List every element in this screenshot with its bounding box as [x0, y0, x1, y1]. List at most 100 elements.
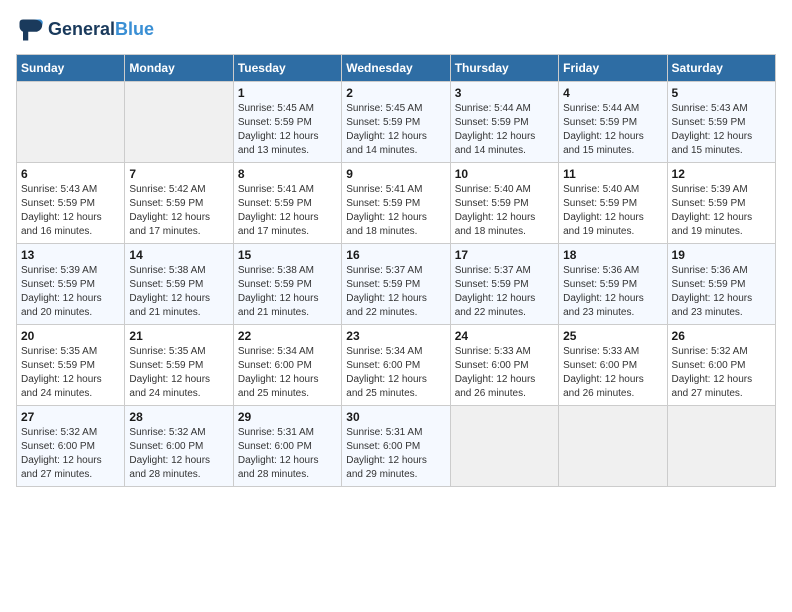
day-detail: Sunrise: 5:35 AM Sunset: 5:59 PM Dayligh… — [129, 345, 228, 401]
day-detail: Sunrise: 5:32 AM Sunset: 6:00 PM Dayligh… — [21, 426, 120, 482]
day-number: 3 — [455, 86, 554, 100]
calendar-cell: 1 Sunrise: 5:45 AM Sunset: 5:59 PM Daylig… — [233, 82, 341, 163]
logo-icon — [16, 16, 44, 44]
calendar-cell: 25 Sunrise: 5:33 AM Sunset: 6:00 PM Dayli… — [559, 325, 667, 406]
calendar-week-row: 20 Sunrise: 5:35 AM Sunset: 5:59 PM Dayli… — [17, 325, 776, 406]
day-number: 27 — [21, 410, 120, 424]
day-number: 23 — [346, 329, 445, 343]
day-detail: Sunrise: 5:33 AM Sunset: 6:00 PM Dayligh… — [563, 345, 662, 401]
day-detail: Sunrise: 5:34 AM Sunset: 6:00 PM Dayligh… — [238, 345, 337, 401]
day-detail: Sunrise: 5:32 AM Sunset: 6:00 PM Dayligh… — [129, 426, 228, 482]
day-number: 12 — [672, 167, 771, 181]
calendar-cell: 12 Sunrise: 5:39 AM Sunset: 5:59 PM Dayli… — [667, 163, 775, 244]
day-number: 26 — [672, 329, 771, 343]
calendar-week-row: 27 Sunrise: 5:32 AM Sunset: 6:00 PM Dayli… — [17, 406, 776, 487]
day-number: 25 — [563, 329, 662, 343]
day-detail: Sunrise: 5:40 AM Sunset: 5:59 PM Dayligh… — [455, 183, 554, 239]
day-number: 18 — [563, 248, 662, 262]
day-detail: Sunrise: 5:45 AM Sunset: 5:59 PM Dayligh… — [238, 102, 337, 158]
calendar-cell: 20Sunrise: 5:35 AM Sunset: 5:59 PM Dayli… — [17, 325, 125, 406]
day-number: 1 — [238, 86, 337, 100]
day-detail: Sunrise: 5:39 AM Sunset: 5:59 PM Dayligh… — [672, 183, 771, 239]
calendar-cell: 18 Sunrise: 5:36 AM Sunset: 5:59 PM Dayli… — [559, 244, 667, 325]
weekday-header-thursday: Thursday — [450, 55, 558, 82]
day-number: 21 — [129, 329, 228, 343]
calendar-cell: 4Sunrise: 5:44 AM Sunset: 5:59 PM Daylig… — [559, 82, 667, 163]
day-number: 28 — [129, 410, 228, 424]
calendar-cell: 6 Sunrise: 5:43 AM Sunset: 5:59 PM Daylig… — [17, 163, 125, 244]
day-detail: Sunrise: 5:38 AM Sunset: 5:59 PM Dayligh… — [238, 264, 337, 320]
day-number: 11 — [563, 167, 662, 181]
calendar-cell: 2Sunrise: 5:45 AM Sunset: 5:59 PM Daylig… — [342, 82, 450, 163]
day-number: 16 — [346, 248, 445, 262]
day-detail: Sunrise: 5:40 AM Sunset: 5:59 PM Dayligh… — [563, 183, 662, 239]
day-number: 20 — [21, 329, 120, 343]
weekday-header-tuesday: Tuesday — [233, 55, 341, 82]
calendar-cell: 24 Sunrise: 5:33 AM Sunset: 6:00 PM Dayli… — [450, 325, 558, 406]
logo-text: GeneralBlue — [48, 20, 154, 40]
calendar-cell — [667, 406, 775, 487]
calendar-cell: 28 Sunrise: 5:32 AM Sunset: 6:00 PM Dayli… — [125, 406, 233, 487]
day-number: 22 — [238, 329, 337, 343]
day-detail: Sunrise: 5:34 AM Sunset: 6:00 PM Dayligh… — [346, 345, 445, 401]
calendar-cell: 22 Sunrise: 5:34 AM Sunset: 6:00 PM Dayli… — [233, 325, 341, 406]
day-detail: Sunrise: 5:42 AM Sunset: 5:59 PM Dayligh… — [129, 183, 228, 239]
weekday-header-monday: Monday — [125, 55, 233, 82]
header: GeneralBlue — [16, 16, 776, 44]
day-detail: Sunrise: 5:36 AM Sunset: 5:59 PM Dayligh… — [563, 264, 662, 320]
day-detail: Sunrise: 5:37 AM Sunset: 5:59 PM Dayligh… — [455, 264, 554, 320]
calendar-cell — [125, 82, 233, 163]
calendar-cell: 10 Sunrise: 5:40 AM Sunset: 5:59 PM Dayli… — [450, 163, 558, 244]
day-number: 30 — [346, 410, 445, 424]
calendar-cell — [450, 406, 558, 487]
calendar-cell: 27 Sunrise: 5:32 AM Sunset: 6:00 PM Dayli… — [17, 406, 125, 487]
day-number: 14 — [129, 248, 228, 262]
weekday-header-saturday: Saturday — [667, 55, 775, 82]
day-detail: Sunrise: 5:43 AM Sunset: 5:59 PM Dayligh… — [21, 183, 120, 239]
day-detail: Sunrise: 5:41 AM Sunset: 5:59 PM Dayligh… — [346, 183, 445, 239]
day-detail: Sunrise: 5:31 AM Sunset: 6:00 PM Dayligh… — [346, 426, 445, 482]
day-number: 2 — [346, 86, 445, 100]
calendar-cell: 30 Sunrise: 5:31 AM Sunset: 6:00 PM Dayli… — [342, 406, 450, 487]
day-detail: Sunrise: 5:33 AM Sunset: 6:00 PM Dayligh… — [455, 345, 554, 401]
calendar-cell: 13 Sunrise: 5:39 AM Sunset: 5:59 PM Dayli… — [17, 244, 125, 325]
calendar-body: 1 Sunrise: 5:45 AM Sunset: 5:59 PM Daylig… — [17, 82, 776, 487]
calendar-cell: 8 Sunrise: 5:41 AM Sunset: 5:59 PM Daylig… — [233, 163, 341, 244]
day-detail: Sunrise: 5:39 AM Sunset: 5:59 PM Dayligh… — [21, 264, 120, 320]
day-detail: Sunrise: 5:38 AM Sunset: 5:59 PM Dayligh… — [129, 264, 228, 320]
calendar-week-row: 6 Sunrise: 5:43 AM Sunset: 5:59 PM Daylig… — [17, 163, 776, 244]
weekday-header-friday: Friday — [559, 55, 667, 82]
day-detail: Sunrise: 5:37 AM Sunset: 5:59 PM Dayligh… — [346, 264, 445, 320]
day-number: 7 — [129, 167, 228, 181]
day-number: 19 — [672, 248, 771, 262]
calendar-week-row: 1 Sunrise: 5:45 AM Sunset: 5:59 PM Daylig… — [17, 82, 776, 163]
calendar-cell: 7 Sunrise: 5:42 AM Sunset: 5:59 PM Daylig… — [125, 163, 233, 244]
day-number: 24 — [455, 329, 554, 343]
day-number: 13 — [21, 248, 120, 262]
calendar-cell: 16 Sunrise: 5:37 AM Sunset: 5:59 PM Dayli… — [342, 244, 450, 325]
day-number: 9 — [346, 167, 445, 181]
weekday-header-sunday: Sunday — [17, 55, 125, 82]
calendar-cell: 14 Sunrise: 5:38 AM Sunset: 5:59 PM Dayli… — [125, 244, 233, 325]
calendar-cell — [559, 406, 667, 487]
day-number: 10 — [455, 167, 554, 181]
logo: GeneralBlue — [16, 16, 154, 44]
day-number: 8 — [238, 167, 337, 181]
calendar-cell: 3 Sunrise: 5:44 AM Sunset: 5:59 PM Daylig… — [450, 82, 558, 163]
day-detail: Sunrise: 5:32 AM Sunset: 6:00 PM Dayligh… — [672, 345, 771, 401]
calendar-cell: 29 Sunrise: 5:31 AM Sunset: 6:00 PM Dayli… — [233, 406, 341, 487]
calendar-cell: 5Sunrise: 5:43 AM Sunset: 5:59 PM Daylig… — [667, 82, 775, 163]
day-number: 4 — [563, 86, 662, 100]
day-detail: Sunrise: 5:44 AM Sunset: 5:59 PM Dayligh… — [455, 102, 554, 158]
day-detail: Sunrise: 5:43 AM Sunset: 5:59 PM Dayligh… — [672, 102, 771, 158]
day-number: 17 — [455, 248, 554, 262]
calendar-table: SundayMondayTuesdayWednesdayThursdayFrid… — [16, 54, 776, 487]
calendar-cell: 9 Sunrise: 5:41 AM Sunset: 5:59 PM Daylig… — [342, 163, 450, 244]
calendar-cell — [17, 82, 125, 163]
day-detail: Sunrise: 5:31 AM Sunset: 6:00 PM Dayligh… — [238, 426, 337, 482]
calendar-cell: 26 Sunrise: 5:32 AM Sunset: 6:00 PM Dayli… — [667, 325, 775, 406]
day-number: 6 — [21, 167, 120, 181]
day-detail: Sunrise: 5:41 AM Sunset: 5:59 PM Dayligh… — [238, 183, 337, 239]
day-number: 29 — [238, 410, 337, 424]
calendar-cell: 11 Sunrise: 5:40 AM Sunset: 5:59 PM Dayli… — [559, 163, 667, 244]
